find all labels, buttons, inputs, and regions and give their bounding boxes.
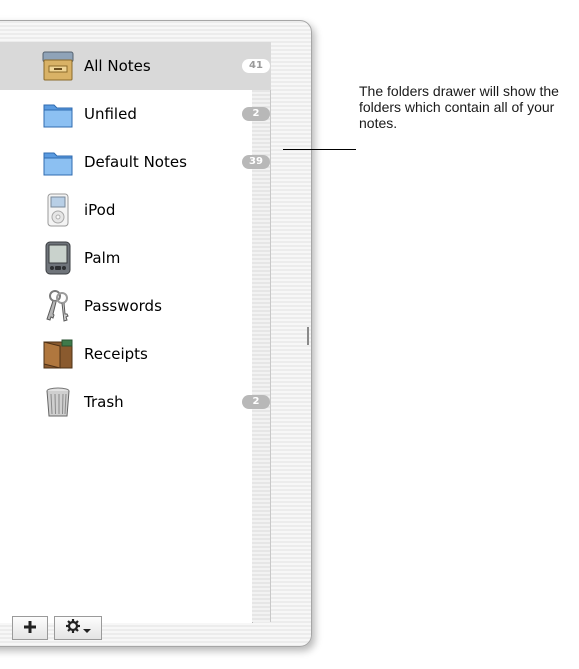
folder-row-default-notes[interactable]: Default Notes 39 xyxy=(0,138,271,186)
chevron-down-icon xyxy=(81,619,91,638)
note-count-badge: 39 xyxy=(242,155,270,169)
folder-row-all-notes[interactable]: All Notes 41 xyxy=(0,42,271,90)
folder-icon xyxy=(40,96,76,132)
folder-label: Trash xyxy=(84,393,124,411)
gear-icon xyxy=(65,618,81,638)
folder-label: All Notes xyxy=(84,57,151,75)
folder-label: Default Notes xyxy=(84,153,187,171)
folder-label: Unfiled xyxy=(84,105,137,123)
folder-row-trash[interactable]: Trash 2 xyxy=(0,378,271,426)
note-count-badge: 41 xyxy=(242,59,270,73)
folder-icon xyxy=(40,144,76,180)
folder-label: iPod xyxy=(84,201,116,219)
file-cabinet-icon xyxy=(40,48,76,84)
folder-label: Passwords xyxy=(84,297,162,315)
plus-icon xyxy=(23,619,37,638)
ipod-icon xyxy=(40,192,76,228)
folder-row-ipod[interactable]: iPod xyxy=(0,186,271,234)
trash-icon xyxy=(40,384,76,420)
callout-text: The folders drawer will show the folders… xyxy=(359,83,559,131)
folder-label: Palm xyxy=(84,249,121,267)
note-count-badge: 2 xyxy=(242,107,270,121)
keys-icon xyxy=(40,288,76,324)
folder-row-passwords[interactable]: Passwords xyxy=(0,282,271,330)
callout-line xyxy=(283,149,356,150)
folder-row-unfiled[interactable]: Unfiled 2 xyxy=(0,90,271,138)
drawer-toolbar xyxy=(12,616,102,640)
note-count-badge: 2 xyxy=(242,395,270,409)
folder-row-palm[interactable]: Palm xyxy=(0,234,271,282)
action-menu-button[interactable] xyxy=(54,616,102,640)
folder-row-receipts[interactable]: Receipts xyxy=(0,330,271,378)
add-folder-button[interactable] xyxy=(12,616,48,640)
drawer-resize-handle[interactable] xyxy=(307,327,309,345)
folder-label: Receipts xyxy=(84,345,148,363)
palm-icon xyxy=(40,240,76,276)
wallet-icon xyxy=(40,336,76,372)
